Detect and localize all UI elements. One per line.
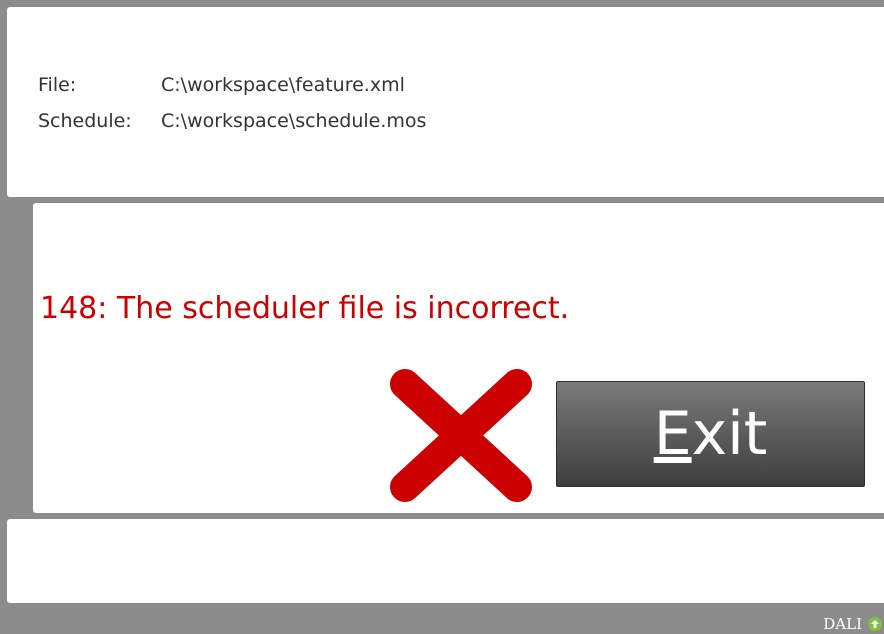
app-window: File: C:\workspace\feature.xml Schedule: C… — [0, 0, 884, 634]
arrow-icon — [871, 620, 879, 628]
file-label: File: — [38, 74, 77, 96]
schedule-path: C:\workspace\schedule.mos — [161, 110, 427, 132]
file-row: File: C:\workspace\feature.xml — [38, 67, 426, 103]
error-x-icon — [390, 369, 532, 502]
file-info-table: File: C:\workspace\feature.xml Schedule: C… — [38, 67, 426, 139]
status-indicator-icon[interactable] — [868, 617, 882, 631]
exit-button[interactable]: Exit — [556, 381, 865, 487]
exit-mnemonic: E — [653, 399, 692, 469]
error-panel: 148: The scheduler file is incorrect. Ex… — [33, 203, 884, 513]
schedule-label: Schedule: — [38, 110, 132, 132]
file-info-panel: File: C:\workspace\feature.xml Schedule: C… — [7, 7, 884, 197]
bottom-panel — [7, 519, 884, 603]
status-bar: DALI — [823, 614, 884, 634]
status-label: DALI — [823, 615, 862, 633]
file-path: C:\workspace\feature.xml — [161, 74, 405, 96]
error-message: 148: The scheduler file is incorrect. — [40, 291, 570, 326]
schedule-row: Schedule: C:\workspace\schedule.mos — [38, 103, 426, 139]
exit-label: xit — [691, 399, 768, 469]
